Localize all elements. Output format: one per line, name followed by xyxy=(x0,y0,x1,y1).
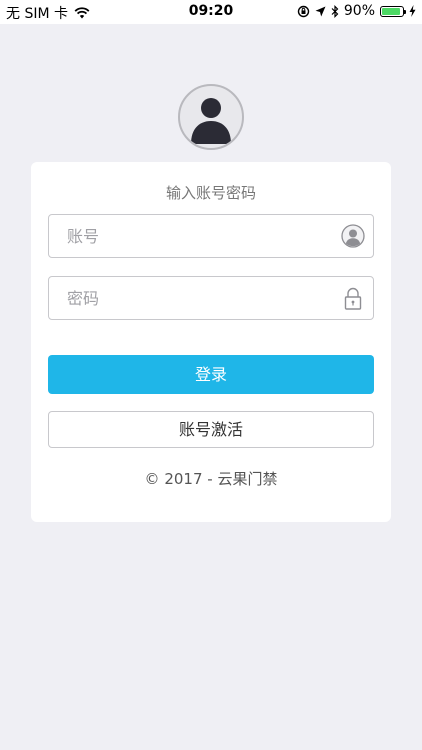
battery-percent: 90% xyxy=(343,3,375,19)
charging-bolt-icon xyxy=(409,5,416,17)
location-arrow-icon xyxy=(315,6,326,17)
status-bar: 无 SIM 卡 09:20 90% xyxy=(0,0,422,24)
password-input[interactable] xyxy=(49,277,329,319)
login-button[interactable]: 登录 xyxy=(48,355,374,394)
activate-account-button[interactable]: 账号激活 xyxy=(48,411,374,448)
login-card: 输入账号密码 登录 账号激活 © 2017 - 云果门禁 xyxy=(31,162,391,522)
battery-icon xyxy=(380,5,406,17)
login-title: 输入账号密码 xyxy=(165,184,256,202)
user-avatar-icon xyxy=(178,84,244,150)
status-right: 90% xyxy=(297,3,416,19)
account-field[interactable] xyxy=(48,214,374,258)
battery-level-fill xyxy=(382,7,400,15)
user-circle-icon xyxy=(341,224,365,248)
padlock-icon xyxy=(341,286,365,310)
account-input[interactable] xyxy=(49,215,329,257)
password-field[interactable] xyxy=(48,276,374,320)
copyright-footer: © 2017 - 云果门禁 xyxy=(144,470,278,488)
bluetooth-icon xyxy=(331,4,339,18)
orientation-lock-icon xyxy=(297,5,310,18)
